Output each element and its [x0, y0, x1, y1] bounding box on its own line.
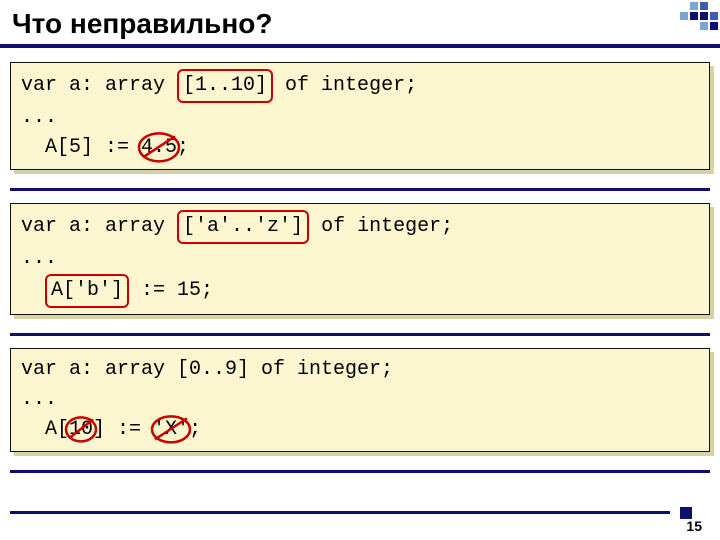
- text: ;: [189, 418, 201, 441]
- text: var a: array: [21, 74, 177, 97]
- text: ] :=: [93, 418, 153, 441]
- text: var a: array: [21, 215, 177, 238]
- red-box-array-ref: A['b']: [45, 274, 129, 308]
- page-number: 15: [686, 518, 702, 534]
- title-bar: Что неправильно?: [0, 0, 720, 48]
- code-line: ...: [21, 103, 699, 133]
- text: := 15;: [129, 279, 213, 302]
- code-line: var a: array [0..9] of integer;: [21, 355, 699, 385]
- code-block-3: var a: array [0..9] of integer; ... A[10…: [10, 348, 710, 452]
- red-box-index-range: [1..10]: [177, 69, 273, 103]
- text: of integer;: [273, 74, 417, 97]
- strike-value: 4.5: [141, 133, 177, 163]
- text: A[5] :=: [21, 136, 141, 159]
- text: 10: [69, 418, 93, 441]
- strike-value: 'X': [153, 415, 189, 445]
- text: [21, 279, 45, 302]
- page-title: Что неправильно?: [12, 8, 720, 40]
- text: ;: [177, 136, 189, 159]
- text: 4.5: [141, 136, 177, 159]
- code-line: A[5] := 4.5;: [21, 133, 699, 163]
- text: 'X': [153, 418, 189, 441]
- text: A[: [21, 418, 69, 441]
- divider: [10, 188, 710, 191]
- text: of integer;: [309, 215, 453, 238]
- code-line: ...: [21, 385, 699, 415]
- code-line: var a: array [1..10] of integer;: [21, 69, 699, 103]
- strike-index: 10: [69, 415, 93, 445]
- code-line: ...: [21, 244, 699, 274]
- divider: [10, 470, 710, 473]
- divider: [10, 333, 710, 336]
- corner-deco: [680, 2, 718, 30]
- code-line: A[10] := 'X';: [21, 415, 699, 445]
- footer-bar: [10, 511, 670, 514]
- code-block-1: var a: array [1..10] of integer; ... A[5…: [10, 62, 710, 170]
- code-line: A['b'] := 15;: [21, 274, 699, 308]
- red-box-index-range: ['a'..'z']: [177, 210, 309, 244]
- code-line: var a: array ['a'..'z'] of integer;: [21, 210, 699, 244]
- code-block-2: var a: array ['a'..'z'] of integer; ... …: [10, 203, 710, 315]
